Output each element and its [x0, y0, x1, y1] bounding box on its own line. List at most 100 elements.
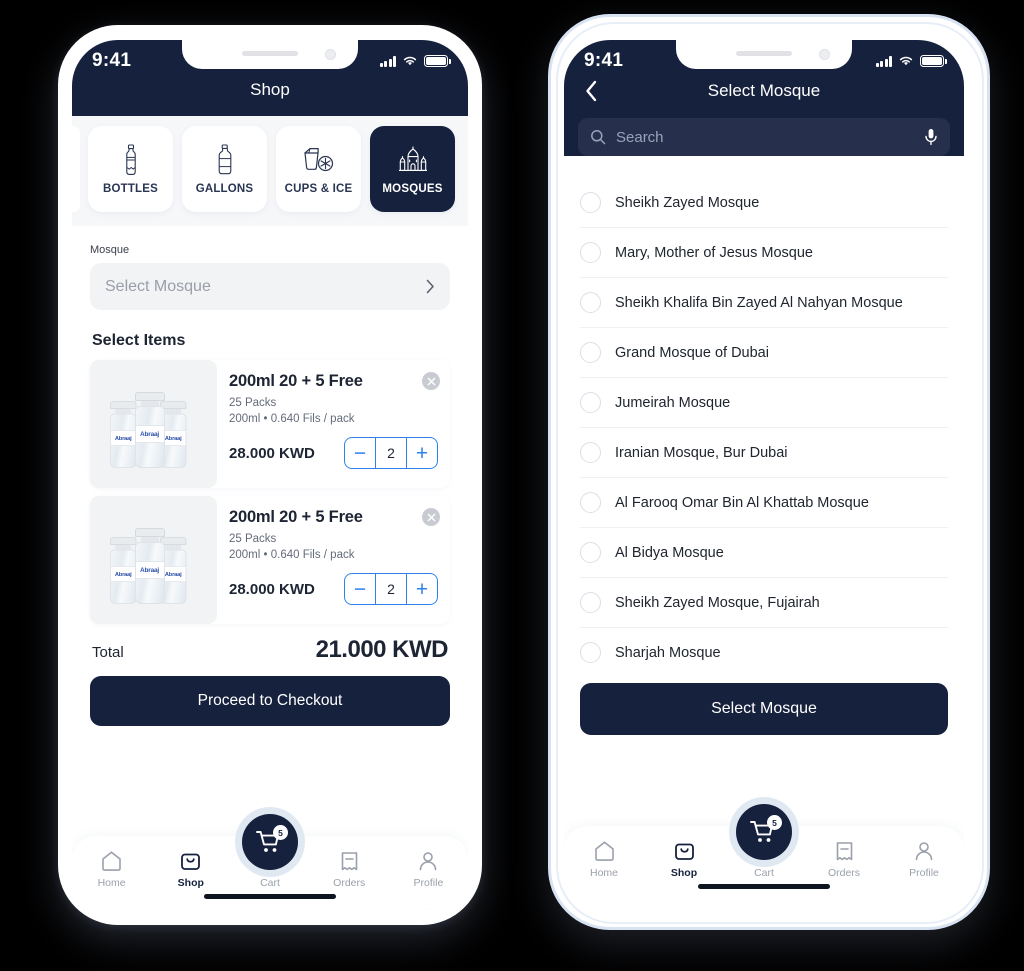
left-content: Mosque Select Mosque Select Items Abraaj…: [90, 244, 450, 726]
category-tab-gallons[interactable]: GALLONS: [182, 126, 267, 212]
radio-button[interactable]: [580, 592, 601, 613]
search-input[interactable]: Search: [616, 129, 914, 146]
list-item[interactable]: Sheikh Zayed Mosque, Fujairah: [580, 578, 948, 628]
bottle-brand: Abraaj: [164, 571, 182, 578]
radio-button[interactable]: [580, 292, 601, 313]
signal-icon: [875, 55, 892, 67]
mosque-icon: [396, 143, 430, 177]
left-content-sheet: Mosque Select Mosque Select Items Abraaj…: [72, 226, 468, 910]
wifi-icon: [899, 56, 913, 66]
nav-item-profile[interactable]: Profile: [389, 850, 468, 889]
mosque-name: Grand Mosque of Dubai: [615, 344, 769, 361]
search-bar[interactable]: Search: [578, 118, 950, 156]
bottle-brand: Abraaj: [114, 571, 132, 578]
nav-item-shop[interactable]: Shop: [644, 840, 724, 879]
nav-label: Shop: [670, 867, 698, 879]
right-title-row: Select Mosque: [564, 78, 964, 118]
notch-speaker: [242, 51, 298, 56]
nav-label: Profile: [909, 867, 939, 879]
cart-fab-button[interactable]: 5: [736, 804, 792, 860]
product-detail: 200ml • 0.640 Fils / pack: [229, 549, 355, 561]
nav-item-home[interactable]: Home: [72, 850, 151, 889]
radio-button[interactable]: [580, 392, 601, 413]
list-item[interactable]: Iranian Mosque, Bur Dubai: [580, 428, 948, 478]
product-packs: 25 Packs: [229, 397, 277, 409]
receipt-icon: [339, 850, 360, 872]
category-row: BOTTLES GALLONS CUPS & ICE MOSQUES: [72, 126, 468, 212]
nav-item-orders[interactable]: Orders: [310, 850, 389, 889]
product-card[interactable]: Abraaj Abraaj Abraaj 200ml 20 + 5 Free 2…: [90, 360, 450, 488]
radio-button[interactable]: [580, 542, 601, 563]
radio-button[interactable]: [580, 242, 601, 263]
proceed-to-checkout-button[interactable]: Proceed to Checkout: [90, 676, 450, 726]
list-item[interactable]: Al Bidya Mosque: [580, 528, 948, 578]
home-icon: [100, 850, 123, 872]
list-item[interactable]: Al Farooq Omar Bin Al Khattab Mosque: [580, 478, 948, 528]
category-tab-mosques[interactable]: MOSQUES: [370, 126, 455, 212]
status-icons: [379, 55, 451, 67]
nav-item-shop[interactable]: Shop: [151, 850, 230, 889]
list-item[interactable]: Grand Mosque of Dubai: [580, 328, 948, 378]
left-phone-screen: 9:41 Shop BOTTLES GALLONS CUPS & ICE MOS…: [72, 40, 468, 910]
list-item[interactable]: Mary, Mother of Jesus Mosque: [580, 228, 948, 278]
bottom-navigation: Home Shop Cart Orders Profile 5: [564, 804, 964, 900]
nav-label: Shop: [177, 877, 204, 889]
decrease-quantity-button[interactable]: −: [345, 438, 375, 468]
bottle-brand: Abraaj: [139, 430, 160, 438]
decrease-quantity-button[interactable]: −: [345, 574, 375, 604]
mosque-name: Al Farooq Omar Bin Al Khattab Mosque: [615, 494, 869, 511]
shop-bag-icon: [179, 850, 202, 872]
microphone-icon[interactable]: [924, 128, 938, 146]
notch-camera: [325, 49, 336, 60]
cart-fab-button[interactable]: 5: [242, 814, 298, 870]
radio-button[interactable]: [580, 442, 601, 463]
select-mosque-field[interactable]: Select Mosque: [90, 263, 450, 310]
list-item[interactable]: Sheikh Zayed Mosque: [580, 178, 948, 228]
select-mosque-placeholder: Select Mosque: [105, 277, 211, 295]
increase-quantity-button[interactable]: +: [407, 574, 437, 604]
chevron-right-icon: [426, 279, 434, 294]
product-details: 200ml 20 + 5 Free 25 Packs 200ml • 0.640…: [217, 496, 450, 624]
radio-button[interactable]: [580, 342, 601, 363]
remove-item-button[interactable]: [422, 372, 440, 390]
right-header: 9:41 Select Mosque Search: [564, 40, 964, 156]
product-price: 28.000 KWD: [229, 580, 315, 598]
category-label: CUPS & ICE: [284, 183, 353, 195]
bottle-brand: Abraaj: [114, 435, 132, 442]
radio-button[interactable]: [580, 492, 601, 513]
mosque-name: Sheikh Khalifa Bin Zayed Al Nahyan Mosqu…: [615, 294, 903, 311]
quantity-value: 2: [375, 438, 407, 468]
close-icon: [427, 377, 435, 385]
select-mosque-confirm-button[interactable]: Select Mosque: [580, 683, 948, 735]
remove-item-button[interactable]: [422, 508, 440, 526]
nav-label: Orders: [827, 867, 861, 879]
close-icon: [427, 513, 435, 521]
nav-item-orders[interactable]: Orders: [804, 840, 884, 879]
quantity-stepper[interactable]: − 2 +: [344, 437, 438, 469]
quantity-stepper[interactable]: − 2 +: [344, 573, 438, 605]
category-tab-cups-and-ice[interactable]: CUPS & ICE: [276, 126, 361, 212]
product-image: Abraaj Abraaj Abraaj: [90, 360, 217, 488]
list-item[interactable]: Jumeirah Mosque: [580, 378, 948, 428]
mosque-name: Al Bidya Mosque: [615, 544, 724, 561]
increase-quantity-button[interactable]: +: [407, 438, 437, 468]
status-icons: [875, 55, 947, 67]
product-card[interactable]: Abraaj Abraaj Abraaj 200ml 20 + 5 Free 2…: [90, 496, 450, 624]
category-tab-bottles[interactable]: BOTTLES: [88, 126, 173, 212]
product-name: 200ml 20 + 5 Free: [229, 508, 363, 526]
notch: [182, 40, 358, 69]
home-indicator: [698, 884, 830, 889]
screenshot-stage: 9:41 Shop BOTTLES GALLONS CUPS & ICE MOS…: [0, 0, 1024, 971]
list-item[interactable]: Sheikh Khalifa Bin Zayed Al Nahyan Mosqu…: [580, 278, 948, 328]
radio-button[interactable]: [580, 642, 601, 663]
mosque-name: Iranian Mosque, Bur Dubai: [615, 444, 788, 461]
list-item[interactable]: Sharjah Mosque: [580, 628, 948, 677]
nav-item-home[interactable]: Home: [564, 840, 644, 879]
product-footer: 28.000 KWD − 2 +: [229, 437, 438, 469]
radio-button[interactable]: [580, 192, 601, 213]
left-header: 9:41 Shop: [72, 40, 468, 116]
mosque-name: Jumeirah Mosque: [615, 394, 731, 411]
nav-item-profile[interactable]: Profile: [884, 840, 964, 879]
category-label: BOTTLES: [102, 183, 159, 195]
mosque-field-label: Mosque: [90, 244, 130, 256]
